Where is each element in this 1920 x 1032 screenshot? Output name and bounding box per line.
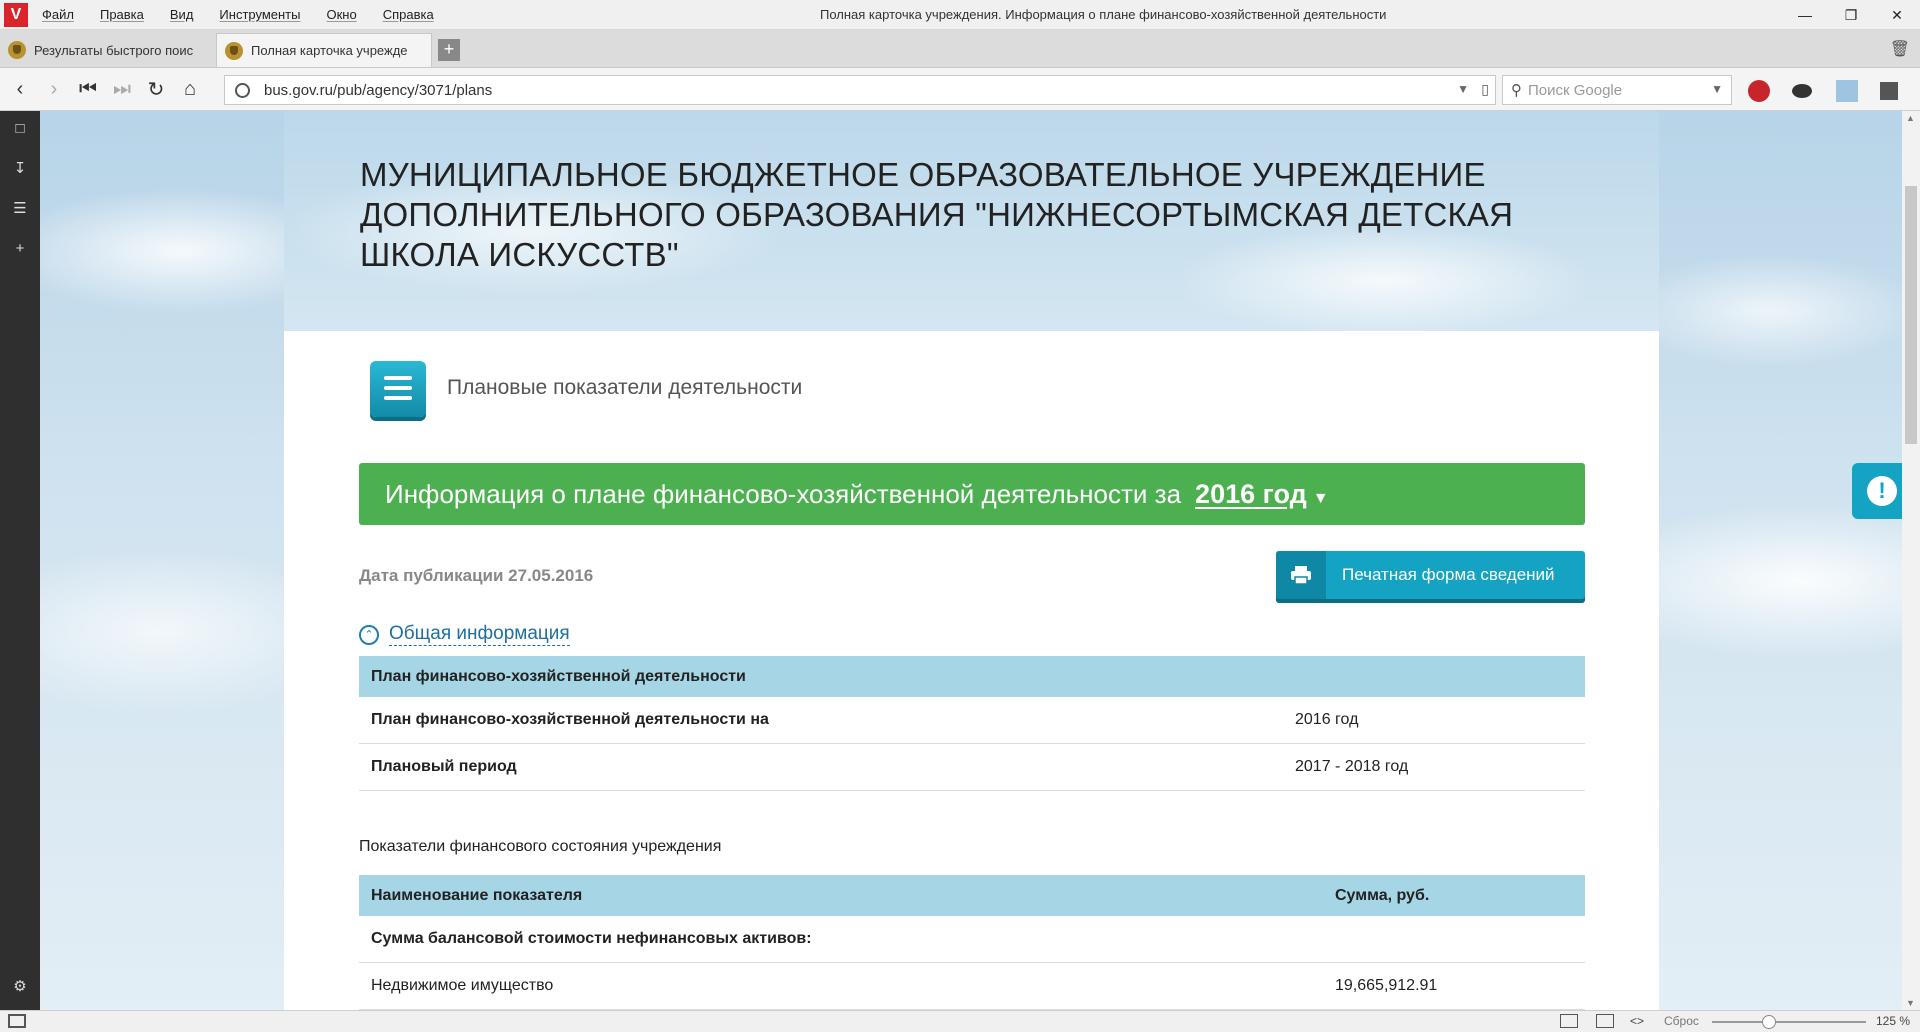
row-label: Сумма балансовой стоимости нефинансовых …: [371, 930, 812, 947]
table-row: Сумма балансовой стоимости нефинансовых …: [359, 916, 1585, 963]
menu-edit[interactable]: Правка: [100, 7, 144, 22]
row-value: 19,665,912.91: [1335, 977, 1438, 994]
search-engine-dropdown-icon[interactable]: ▼: [1711, 82, 1723, 96]
adblock-extension-icon[interactable]: [1748, 80, 1770, 102]
fast-forward-icon[interactable]: ⏭: [108, 75, 136, 103]
image-toggle-icon[interactable]: [1596, 1014, 1614, 1028]
row-label: План финансово-хозяйственной деятельност…: [371, 711, 769, 728]
section-title: Плановые показатели деятельности: [447, 376, 803, 399]
menu-view[interactable]: Вид: [170, 7, 194, 22]
zoom-slider[interactable]: [1712, 1021, 1866, 1023]
scroll-down-icon[interactable]: ▼: [1906, 998, 1915, 1008]
panel-toggle-icon[interactable]: [8, 1014, 26, 1028]
tab-search-results[interactable]: Результаты быстрого поис: [0, 33, 216, 67]
home-icon[interactable]: ⌂: [176, 75, 204, 103]
window-title-bar: V Файл Правка Вид Инструменты Окно Справ…: [0, 0, 1920, 30]
printer-icon: [1276, 551, 1326, 599]
web-viewport: МУНИЦИПАЛЬНОЕ БЮДЖЕТНОЕ ОБРАЗОВАТЕЛЬНОЕ …: [40, 111, 1920, 1010]
exclamation-icon: !: [1867, 476, 1897, 506]
rewind-icon[interactable]: ⏮: [74, 75, 102, 103]
zoom-slider-handle[interactable]: [1762, 1015, 1776, 1029]
column-header-sum: Сумма, руб.: [1335, 886, 1430, 904]
table-row: План финансово-хозяйственной деятельност…: [359, 697, 1585, 744]
settings-gear-icon[interactable]: ⚙: [12, 979, 28, 995]
row-label: Плановый период: [371, 758, 517, 775]
tab-label: Результаты быстрого поис: [34, 42, 194, 58]
history-dropdown-icon[interactable]: ▼: [1457, 82, 1469, 96]
general-info-toggle[interactable]: ⌃ Общая информация: [359, 623, 570, 646]
navigation-bar: ‹ › ⏮ ⏭ ↻ ⌂ bus.gov.ru/pub/agency/3071/p…: [0, 68, 1920, 111]
window-title: Полная карточка учреждения. Информация о…: [820, 7, 1387, 22]
status-bar: <> Сброс 125 %: [0, 1010, 1920, 1032]
page-actions-icon[interactable]: <>: [1630, 1014, 1644, 1028]
tab-agency-card[interactable]: Полная карточка учрежде: [216, 33, 432, 67]
notes-panel-icon[interactable]: ☰: [12, 201, 28, 217]
financial-table: Наименование показателя Сумма, руб. Сумм…: [359, 875, 1585, 1010]
scrollbar-thumb[interactable]: [1905, 186, 1917, 444]
hero-banner: МУНИЦИПАЛЬНОЕ БЮДЖЕТНОЕ ОБРАЗОВАТЕЛЬНОЕ …: [284, 111, 1659, 331]
side-panel: □ ↧ ☰ + ⚙: [0, 111, 40, 1010]
menu-lines-icon[interactable]: [370, 361, 426, 417]
table-header-cell: План финансово-хозяйственной деятельност…: [371, 667, 746, 685]
undo-extension-icon[interactable]: [1792, 84, 1812, 98]
zoom-reset-button[interactable]: Сброс: [1664, 1014, 1699, 1028]
search-icon: ⚲: [1511, 82, 1522, 99]
site-info-icon[interactable]: [235, 82, 250, 98]
reload-icon[interactable]: ↻: [142, 75, 170, 103]
emblem-favicon-icon: [225, 41, 243, 60]
notes-extension-icon[interactable]: [1836, 80, 1858, 102]
new-tab-plus-icon[interactable]: +: [438, 39, 460, 61]
publication-date: Дата публикации 27.05.2016: [359, 566, 594, 585]
print-button-label: Печатная форма сведений: [1342, 565, 1555, 584]
menu-tools[interactable]: Инструменты: [219, 7, 300, 22]
table-row: Плановый период 2017 - 2018 год: [359, 744, 1585, 791]
emblem-favicon-icon: [8, 41, 26, 59]
plan-table: План финансово-хозяйственной деятельност…: [359, 656, 1585, 791]
address-field[interactable]: bus.gov.ru/pub/agency/3071/plans ▼ ▯: [224, 75, 1496, 105]
search-placeholder: Поиск Google: [1528, 81, 1623, 99]
year-selector[interactable]: 2016 год: [1195, 479, 1307, 510]
row-value: 2017 - 2018 год: [1295, 758, 1409, 775]
tab-bar: Результаты быстрого поис Полная карточка…: [0, 30, 1920, 68]
scroll-up-icon[interactable]: ▲: [1906, 113, 1915, 123]
banner-label: Информация о плане финансово-хозяйственн…: [385, 478, 1182, 509]
restore-icon[interactable]: ❐: [1828, 0, 1874, 30]
table-header: План финансово-хозяйственной деятельност…: [359, 656, 1585, 697]
downloads-panel-icon[interactable]: ↧: [12, 161, 28, 177]
row-label: Недвижимое имущество: [371, 977, 554, 994]
add-panel-icon[interactable]: +: [12, 241, 28, 257]
accordion-label: Общая информация: [389, 623, 570, 646]
search-field[interactable]: ⚲ Поиск Google ▼: [1502, 75, 1732, 105]
vertical-scrollbar[interactable]: ▲ ▼: [1902, 111, 1920, 1010]
trash-icon[interactable]: 🗑: [1890, 39, 1910, 59]
bookmarks-panel-icon[interactable]: □: [12, 121, 28, 137]
table-header: Наименование показателя Сумма, руб.: [359, 875, 1585, 916]
column-header-name: Наименование показателя: [371, 886, 583, 904]
close-icon[interactable]: ✕: [1874, 0, 1920, 30]
back-arrow-icon[interactable]: ‹: [6, 75, 34, 103]
zoom-level: 125 %: [1876, 1014, 1911, 1028]
bookmark-icon[interactable]: ▯: [1481, 81, 1489, 98]
table-row: Недвижимое имущество 19,665,912.91: [359, 963, 1585, 1010]
minimize-icon[interactable]: —: [1782, 0, 1828, 30]
chevron-up-circle-icon: ⌃: [359, 624, 379, 645]
extension-icon[interactable]: [1880, 82, 1898, 100]
row-value: 2016 год: [1295, 711, 1359, 728]
menu-window[interactable]: Окно: [326, 7, 356, 22]
menu-file[interactable]: Файл: [42, 7, 74, 22]
print-form-button[interactable]: Печатная форма сведений: [1276, 551, 1585, 599]
page-content: МУНИЦИПАЛЬНОЕ БЮДЖЕТНОЕ ОБРАЗОВАТЕЛЬНОЕ …: [284, 111, 1659, 1010]
menu-bar: Файл Правка Вид Инструменты Окно Справка: [42, 7, 460, 22]
menu-help[interactable]: Справка: [383, 7, 434, 22]
financial-indicators-title: Показатели финансового состояния учрежде…: [359, 838, 722, 855]
plan-year-banner: Информация о плане финансово-хозяйственн…: [359, 463, 1585, 525]
tab-label: Полная карточка учрежде: [251, 43, 408, 58]
caret-down-icon[interactable]: ▼: [1313, 490, 1329, 508]
url-text: bus.gov.ru/pub/agency/3071/plans: [264, 81, 493, 99]
vivaldi-logo-icon[interactable]: V: [4, 2, 28, 27]
forward-arrow-icon[interactable]: ›: [40, 75, 68, 103]
organization-title: МУНИЦИПАЛЬНОЕ БЮДЖЕТНОЕ ОБРАЗОВАТЕЛЬНОЕ …: [360, 156, 1514, 273]
page-tiling-icon[interactable]: [1560, 1014, 1578, 1028]
